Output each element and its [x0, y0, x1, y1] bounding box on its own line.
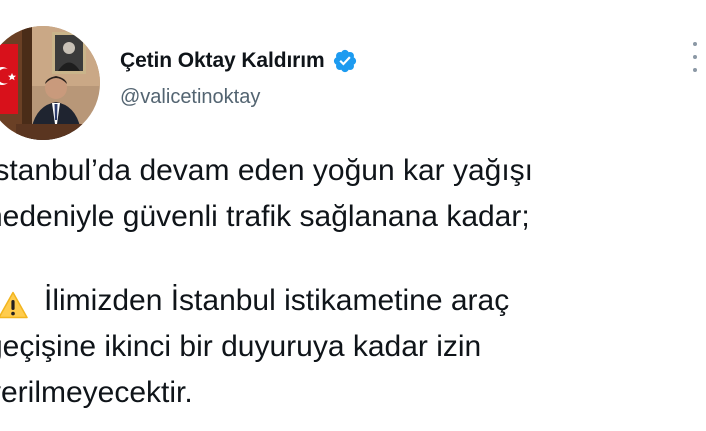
dot-icon	[693, 55, 697, 59]
tweet-text-line: verilmeyecektir.	[0, 376, 193, 409]
tweet-text-segment: İlimizden İstanbul istikametine araç	[44, 284, 510, 317]
verified-badge-icon	[332, 48, 358, 74]
tweet-text: İstanbul’da devam eden yoğun kar yağışı …	[0, 148, 706, 416]
tweet-text-line: İstanbul’da devam eden yoğun kar yağışı	[0, 154, 534, 187]
tweet-card: Çetin Oktay Kaldırım @valicetinoktay İst…	[0, 0, 706, 431]
tweet-text-line: geçişine ikinci bir duyuruya kadar izin	[0, 330, 482, 363]
warning-icon	[0, 287, 28, 319]
author-display-name[interactable]: Çetin Oktay Kaldırım	[120, 49, 325, 73]
more-options-icon[interactable]	[683, 40, 706, 74]
tweet-text-line: nedeniyle güvenli trafik sağlanana kadar…	[0, 200, 530, 233]
tweet-text-line: İlimizden İstanbul istikametine araç	[0, 278, 706, 324]
dot-icon	[693, 68, 697, 72]
author-handle[interactable]: @valicetinoktay	[120, 86, 260, 109]
author-name-row[interactable]: Çetin Oktay Kaldırım	[120, 46, 358, 76]
dot-icon	[693, 42, 697, 46]
profile-avatar[interactable]	[0, 26, 100, 140]
